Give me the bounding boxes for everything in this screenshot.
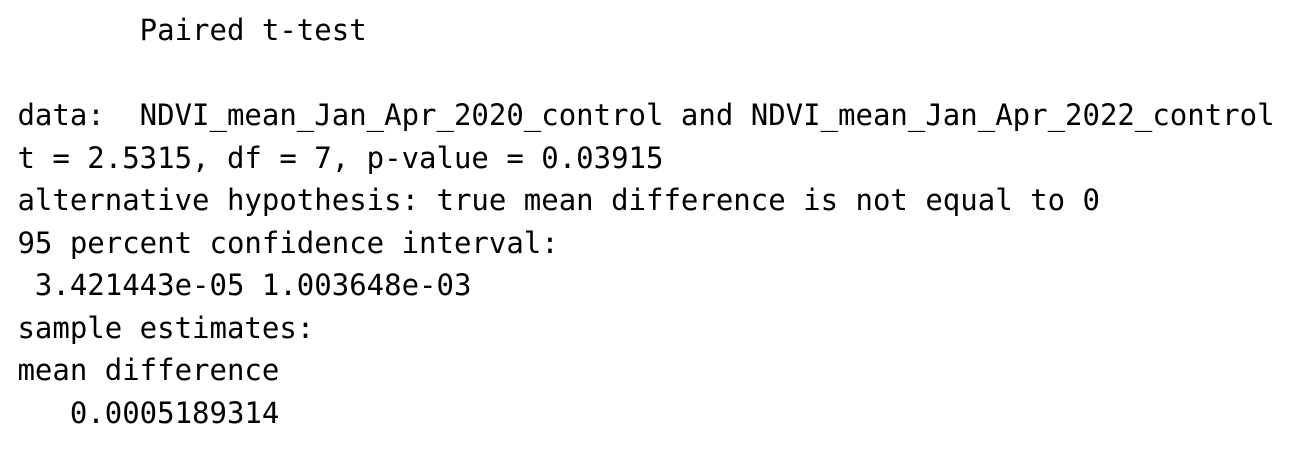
statistic-line: t = 2.5315, df = 7, p-value = 0.03915 [0, 141, 664, 175]
confidence-interval-values: 3.421443e-05 1.003648e-03 [0, 268, 472, 302]
console-output: Paired t-test data: NDVI_mean_Jan_Apr_20… [0, 0, 1308, 468]
confidence-interval-label: 95 percent confidence interval: [0, 226, 559, 260]
test-title: Paired t-test [0, 13, 367, 47]
sample-estimates-label: sample estimates: [0, 311, 315, 345]
estimate-name: mean difference [0, 353, 280, 387]
data-line: data: NDVI_mean_Jan_Apr_2020_control and… [0, 98, 1275, 132]
alternative-hypothesis-line: alternative hypothesis: true mean differ… [0, 183, 1100, 217]
estimate-value: 0.0005189314 [0, 396, 280, 430]
